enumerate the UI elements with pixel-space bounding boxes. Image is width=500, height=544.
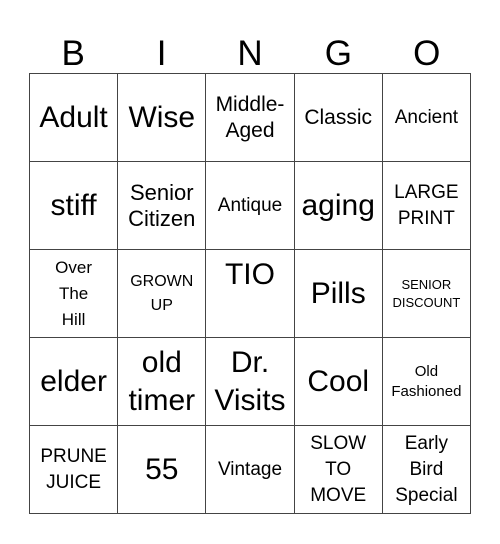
header-letter-g: G bbox=[324, 34, 352, 73]
cell-text: Pills bbox=[310, 276, 366, 310]
bingo-header: B I N G O bbox=[29, 30, 471, 73]
header-letter-i: I bbox=[156, 34, 167, 73]
bingo-cell[interactable]: GROWN UP bbox=[118, 250, 207, 338]
cell-text: PRUNE JUICE bbox=[40, 445, 107, 493]
header-letter-n: N bbox=[237, 34, 263, 73]
bingo-cell[interactable]: Wise bbox=[118, 74, 207, 162]
bingo-cell[interactable]: Early Bird Special bbox=[382, 426, 471, 514]
cell-text: Dr. Visits bbox=[214, 345, 286, 417]
cell-text: old timer bbox=[128, 345, 196, 417]
bingo-cell[interactable]: Classic bbox=[294, 74, 383, 162]
bingo-cell[interactable]: PRUNE JUICE bbox=[30, 426, 119, 514]
bingo-cell[interactable]: Adult bbox=[30, 74, 119, 162]
header-letter-o: O bbox=[413, 34, 441, 73]
cell-text: LARGE PRINT bbox=[394, 181, 459, 229]
cell-text: Antique bbox=[217, 194, 283, 216]
bingo-cell[interactable]: Vintage bbox=[206, 426, 295, 514]
cell-text: Adult bbox=[39, 100, 108, 134]
cell-text: SENIOR DISCOUNT bbox=[392, 276, 461, 310]
bingo-grid: Adult Wise Middle- Aged Classic Ancient … bbox=[29, 73, 471, 514]
cell-text: Over The Hill bbox=[55, 257, 93, 329]
bingo-cell[interactable]: Over The Hill bbox=[30, 250, 119, 338]
cell-text: elder bbox=[40, 364, 107, 398]
cell-text: Ancient bbox=[394, 106, 459, 128]
bingo-cell[interactable]: Antique bbox=[206, 162, 295, 250]
cell-text: Old Fashioned bbox=[391, 362, 462, 400]
bingo-cell[interactable]: LARGE PRINT bbox=[382, 162, 471, 250]
bingo-cell[interactable]: 55 bbox=[118, 426, 207, 514]
cell-text: SLOW TO MOVE bbox=[310, 432, 367, 506]
cell-text: Wise bbox=[128, 100, 196, 134]
cell-text: stiff bbox=[50, 188, 97, 222]
bingo-cell[interactable]: Old Fashioned bbox=[382, 338, 471, 426]
bingo-cell[interactable]: Pills bbox=[294, 250, 383, 338]
cell-text: TIO bbox=[224, 258, 275, 291]
bingo-cell[interactable]: aging bbox=[294, 162, 383, 250]
bingo-cell[interactable]: stiff bbox=[30, 162, 119, 250]
bingo-cell[interactable]: Dr. Visits bbox=[206, 338, 295, 426]
header-letter-b: B bbox=[61, 34, 85, 73]
bingo-cell[interactable]: Senior Citizen bbox=[118, 162, 207, 250]
cell-text: Senior Citizen bbox=[128, 179, 196, 231]
cell-text: GROWN UP bbox=[130, 272, 194, 314]
bingo-cell[interactable]: SLOW TO MOVE bbox=[294, 426, 383, 514]
bingo-cell[interactable]: TIO bbox=[206, 250, 295, 338]
bingo-cell[interactable]: Ancient bbox=[382, 74, 471, 162]
bingo-cell[interactable]: old timer bbox=[118, 338, 207, 426]
cell-text: Middle- Aged bbox=[215, 92, 285, 142]
bingo-cell[interactable]: SENIOR DISCOUNT bbox=[382, 250, 471, 338]
bingo-cell[interactable]: elder bbox=[30, 338, 119, 426]
bingo-cell[interactable]: Cool bbox=[294, 338, 383, 426]
cell-text: Cool bbox=[307, 364, 370, 398]
bingo-cell[interactable]: Middle- Aged bbox=[206, 74, 295, 162]
cell-text: Vintage bbox=[217, 458, 283, 480]
cell-text: 55 bbox=[145, 452, 179, 486]
cell-text: aging bbox=[301, 188, 375, 222]
cell-text: Classic bbox=[304, 105, 373, 129]
cell-text: Early Bird Special bbox=[395, 432, 458, 506]
